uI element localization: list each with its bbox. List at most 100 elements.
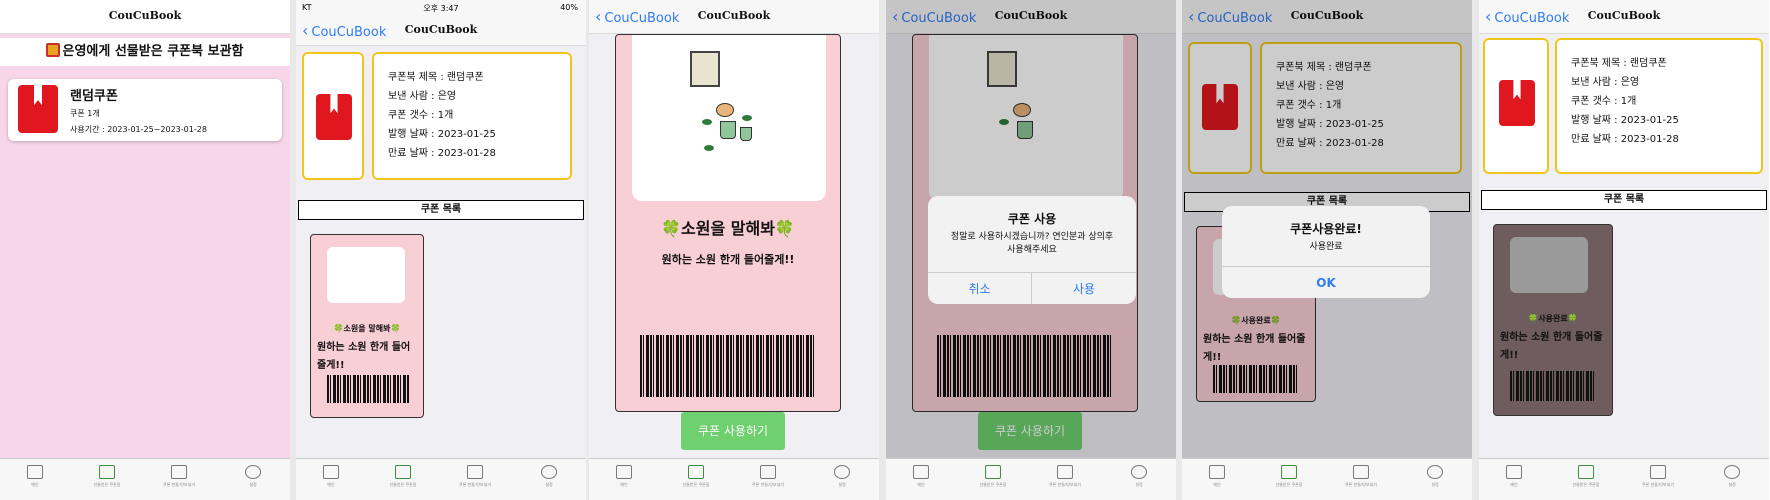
tab-label: 메인: [1510, 482, 1518, 487]
tab-item[interactable]: 설정: [1707, 465, 1757, 488]
tab-item[interactable]: 쿠폰 만들기/보내기: [743, 465, 793, 488]
tab-label: 쿠폰 만들기/보내기: [1048, 482, 1082, 487]
tab-bar: 메인 선물받은 쿠폰함 쿠폰 만들기/보내기 설정: [1479, 458, 1769, 500]
gear-icon: [1131, 465, 1147, 479]
coupon-desc: 원하는 소원 한개 들어줄게!!: [1500, 332, 1603, 361]
coupon-book-image-frame: [302, 52, 364, 180]
add-icon: [467, 465, 483, 479]
storage-title: 은영에게 선물받은 쿠폰북 보관함: [0, 38, 290, 66]
ok-button[interactable]: OK: [1222, 266, 1430, 298]
tab-item[interactable]: 설정: [817, 465, 867, 488]
tab-label: 설정: [1431, 482, 1439, 487]
tab-item[interactable]: 선물받은 쿠폰함: [1264, 465, 1314, 488]
screen-detail: KT 오후 3:47 40% ‹ CouCuBook CouCuBook 쿠폰북 …: [296, 0, 586, 500]
gift-icon: [46, 43, 61, 57]
book-icon: [18, 85, 58, 133]
cancel-button[interactable]: 취소: [928, 272, 1032, 304]
tab-item[interactable]: 메인: [10, 465, 60, 488]
nav-title: CouCuBook: [697, 9, 771, 22]
tab-label: 설정: [838, 482, 846, 487]
book-icon: [316, 94, 352, 140]
coupon-count: 쿠폰 1개: [70, 109, 100, 118]
info-row-count: 쿠폰 갯수1개: [1571, 92, 1747, 111]
tab-item[interactable]: 설정: [1114, 465, 1164, 488]
tab-item[interactable]: 쿠폰 만들기/보내기: [1336, 465, 1386, 488]
tab-item[interactable]: 메인: [1489, 465, 1539, 488]
tab-item[interactable]: 선물받은 쿠폰함: [82, 465, 132, 488]
barcode: [327, 375, 409, 403]
tab-item[interactable]: 선물받은 쿠폰함: [1561, 465, 1611, 488]
tab-item[interactable]: 선물받은 쿠폰함: [378, 465, 428, 488]
tab-item[interactable]: 설정: [1410, 465, 1460, 488]
board-icon: [323, 465, 339, 479]
board-icon: [1209, 465, 1225, 479]
coupon-title: 🍀소원을 말해봐🍀: [661, 219, 795, 238]
info-row-title: 쿠폰북 제목랜덤쿠폰: [388, 68, 556, 87]
tab-label: 쿠폰 만들기/보내기: [1641, 482, 1675, 487]
book-icon: [1499, 80, 1535, 126]
tab-item[interactable]: 메인: [896, 465, 946, 488]
tab-item[interactable]: 설정: [228, 465, 278, 488]
tab-label: 설정: [1135, 482, 1143, 487]
tab-item[interactable]: 쿠폰 만들기/보내기: [154, 465, 204, 488]
tab-item[interactable]: 선물받은 쿠폰함: [968, 465, 1018, 488]
screen-coupon: ‹ CouCuBook CouCuBook 🍀소원을 말해봐🍀 원하는 소원 한개…: [589, 0, 879, 500]
tab-bar: 메인 선물받은 쿠폰함 쿠폰 만들기/보내기 설정: [1182, 458, 1472, 500]
screen-done: ‹CouCuBook CouCuBook 쿠폰북 제목랜덤쿠폰 보낸 사람은영 …: [1182, 0, 1472, 500]
tab-item[interactable]: 쿠폰 만들기/보내기: [1633, 465, 1683, 488]
coupon-book-info: 쿠폰북 제목랜덤쿠폰 보낸 사람은영 쿠폰 갯수1개 발행 날짜2023-01-…: [1555, 38, 1763, 174]
dialog-title: 쿠폰사용완료!: [1290, 222, 1362, 236]
add-icon: [760, 465, 776, 479]
nav-title: CouCuBook: [1587, 9, 1661, 22]
nav-bar: CouCuBook: [0, 0, 290, 34]
gear-icon: [245, 465, 261, 479]
tab-label: 쿠폰 만들기/보내기: [458, 482, 492, 487]
nav-title: CouCuBook: [404, 23, 478, 36]
confirm-dialog: 쿠폰 사용 정말로 사용하시겠습니까? 연인분과 상의후 사용해주세요 취소 사…: [928, 196, 1136, 304]
tab-item[interactable]: 메인: [599, 465, 649, 488]
screenshot-strip: CouCuBook 은영에게 선물받은 쿠폰북 보관함 랜덤쿠폰 쿠폰 1개 사…: [0, 0, 1770, 500]
coupon-list-header: 쿠폰 목록: [298, 200, 584, 220]
gear-icon: [1724, 465, 1740, 479]
info-row-expires: 만료 날짜2023-01-28: [388, 144, 556, 163]
tab-label: 쿠폰 만들기/보내기: [1344, 482, 1378, 487]
screen-after-use: ‹CouCuBook CouCuBook 쿠폰북 제목랜덤쿠폰 보낸 사람은영 …: [1479, 0, 1769, 500]
confirm-use-button[interactable]: 사용: [1032, 272, 1136, 304]
board-icon: [27, 465, 43, 479]
tab-item[interactable]: 쿠폰 만들기/보내기: [450, 465, 500, 488]
coupon-used-title: 🍀사용완료🍀: [1528, 314, 1578, 323]
coupon-card-used[interactable]: 🍀사용완료🍀 원하는 소원 한개 들어줄게!!: [1493, 224, 1613, 416]
coupon-book-image-frame: [1483, 38, 1549, 174]
done-dialog: 쿠폰사용완료! 사용완료 OK: [1222, 206, 1430, 298]
tab-item[interactable]: 메인: [306, 465, 356, 488]
add-icon: [1650, 465, 1666, 479]
gear-icon: [541, 465, 557, 479]
tab-item[interactable]: 설정: [524, 465, 574, 488]
coupon-title: 🍀소원을 말해봐🍀: [333, 324, 401, 333]
use-coupon-button[interactable]: 쿠폰 사용하기: [681, 412, 785, 450]
add-icon: [1353, 465, 1369, 479]
gift-icon: [985, 465, 1001, 479]
board-icon: [913, 465, 929, 479]
tab-label: 메인: [327, 482, 335, 487]
tab-label: 선물받은 쿠폰함: [93, 482, 121, 487]
pot-illustration: [720, 121, 736, 139]
coupon-book-title: 랜덤쿠폰: [70, 89, 118, 104]
screen-confirm: ‹ CouCuBook CouCuBook 쿠폰 사용하기 쿠폰 사용 정말로 사…: [886, 0, 1176, 500]
coupon-card[interactable]: 🍀소원을 말해봐🍀 원하는 소원 한개 들어줄게!!: [310, 234, 424, 418]
tab-label: 메인: [31, 482, 39, 487]
screen-storage: CouCuBook 은영에게 선물받은 쿠폰북 보관함 랜덤쿠폰 쿠폰 1개 사…: [0, 0, 290, 500]
leaf-illustration: [704, 145, 714, 151]
tab-item[interactable]: 메인: [1192, 465, 1242, 488]
divider: [879, 0, 886, 500]
tab-label: 메인: [620, 482, 628, 487]
coupon-book-item[interactable]: 랜덤쿠폰 쿠폰 1개 사용기간 : 2023-01-25~2023-01-28: [8, 79, 282, 141]
nav-title: CouCuBook: [108, 9, 182, 22]
cat-illustration: [716, 103, 734, 117]
coupon-illustration: [632, 35, 826, 201]
tab-item[interactable]: 선물받은 쿠폰함: [671, 465, 721, 488]
tab-label: 설정: [545, 482, 553, 487]
tab-item[interactable]: 쿠폰 만들기/보내기: [1040, 465, 1090, 488]
gear-icon: [1427, 465, 1443, 479]
coupon-desc: 원하는 소원 한개 들어줄게!!: [317, 342, 411, 371]
